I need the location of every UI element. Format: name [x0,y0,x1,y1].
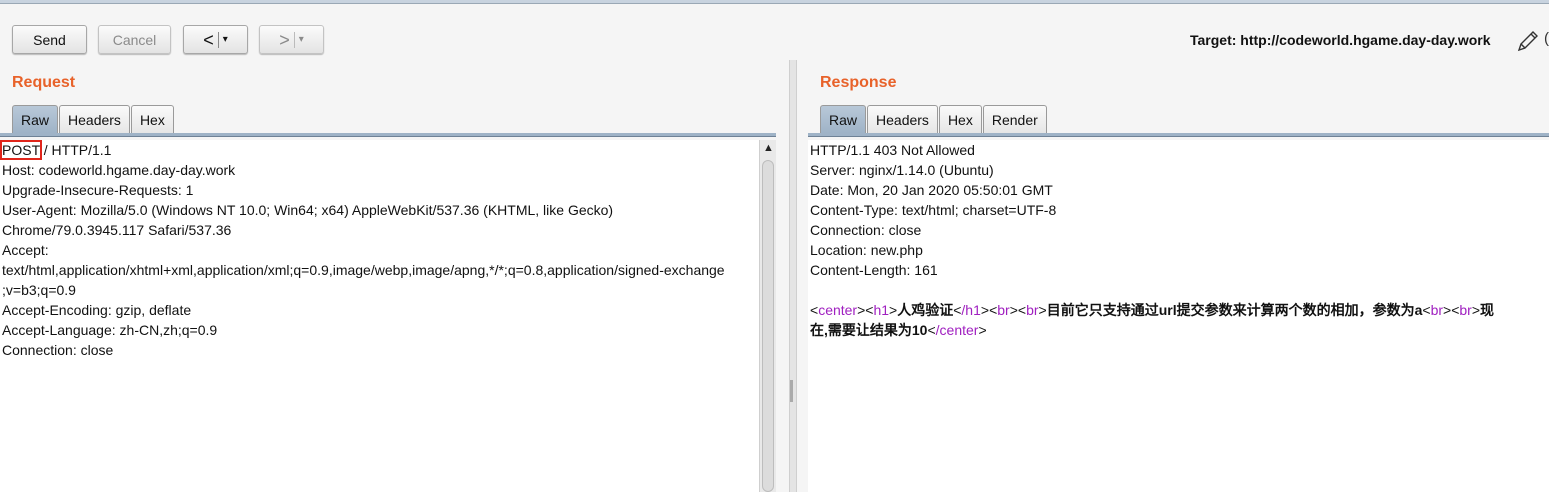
pane-divider[interactable] [789,60,797,492]
request-method-highlight: POST [0,140,42,160]
response-header-line: Content-Type: text/html; charset=UTF-8 [810,202,1057,218]
response-editor[interactable]: HTTP/1.1 403 Not Allowed Server: nginx/1… [808,140,1549,492]
forward-arrow-icon: > [279,29,290,50]
request-header-line: Host: codeworld.hgame.day-day.work [2,162,236,178]
response-tab-raw[interactable]: Raw [820,105,867,133]
h1-text: 人鸡验证 [897,302,954,318]
request-tabs: Raw Headers Hex [12,105,175,133]
response-body-line: 在,需要让结果为10</center> [810,322,987,338]
tag-center-close: /center [935,322,979,338]
response-tab-hex[interactable]: Hex [938,105,982,133]
request-line-rest: / HTTP/1.1 [39,142,112,158]
request-header-line: text/html,application/xhtml+xml,applicat… [2,262,725,278]
response-header-line: Location: new.php [810,242,923,258]
request-header-line: Accept-Language: zh-CN,zh;q=0.9 [2,322,218,338]
body-text: 提交参数来计算两个数的相加，参数为 [1176,302,1415,318]
request-editor[interactable]: POST / HTTP/1.1 Host: codeworld.hgame.da… [0,140,759,492]
request-header-line: Accept-Encoding: gzip, deflate [2,302,192,318]
cancel-button-label: Cancel [112,31,157,48]
request-header-line: Connection: close [2,342,114,358]
body-text: 现 [1480,302,1495,318]
target-label: Target: http://codeworld.hgame.day-day.w… [1190,32,1491,48]
body-text: 在,需要让结果为 [810,322,912,338]
response-body-line: <center><h1>人鸡验证</h1><br><br>目前它只支持通过url… [810,302,1495,318]
tag-br: br [1459,302,1472,318]
body-text-url: url [1158,302,1177,318]
request-tab-hex[interactable]: Hex [130,105,174,133]
request-tab-underline [0,133,776,137]
request-tab-raw[interactable]: Raw [12,105,59,133]
edit-target-pencil-icon[interactable] [1516,29,1540,58]
back-button[interactable]: < ▾ [183,25,248,54]
scrollbar-thumb[interactable] [762,160,774,492]
request-header-line: Accept: [2,242,49,258]
forward-separator [293,31,295,48]
tag-br: br [1430,302,1444,318]
back-separator [217,31,219,48]
body-text: 目前它只支持通过 [1046,302,1159,318]
tag-h1: h1 [873,302,890,318]
response-tab-render[interactable]: Render [982,105,1047,133]
back-dropdown-icon[interactable]: ▾ [223,34,228,45]
cancel-button[interactable]: Cancel [98,25,171,54]
request-header-line: Upgrade-Insecure-Requests: 1 [2,182,194,198]
help-icon[interactable]: ( [1544,30,1549,47]
tag-center: center [818,302,858,318]
send-button[interactable]: Send [12,25,87,54]
response-tab-headers[interactable]: Headers [867,105,938,133]
request-line: POST / HTTP/1.1 [0,140,759,160]
request-tab-headers[interactable]: Headers [59,105,130,133]
back-arrow-icon: < [203,29,214,50]
response-tabs: Raw Headers Hex Render [820,105,1048,133]
send-button-label: Send [33,31,66,48]
request-scrollbar[interactable]: ▲ [759,140,776,492]
tag-br: br [1026,302,1039,318]
request-title: Request [12,74,76,91]
window-top-border [0,0,1549,4]
response-header-line: Date: Mon, 20 Jan 2020 05:50:01 GMT [810,182,1053,198]
body-text-a: a [1414,302,1423,318]
divider-grip-icon[interactable] [790,380,793,402]
tag-h1-close: /h1 [961,302,981,318]
scroll-up-arrow-icon[interactable]: ▲ [763,142,774,154]
response-tab-underline [808,133,1549,137]
forward-button[interactable]: > ▾ [259,25,324,54]
response-status-line: HTTP/1.1 403 Not Allowed [810,142,975,158]
tag-br: br [997,302,1010,318]
response-header-line: Server: nginx/1.14.0 (Ubuntu) [810,162,994,178]
response-title: Response [820,74,897,91]
response-header-line: Connection: close [810,222,922,238]
response-header-line: Content-Length: 161 [810,262,938,278]
request-header-line: User-Agent: Mozilla/5.0 (Windows NT 10.0… [2,202,614,218]
forward-dropdown-icon[interactable]: ▾ [299,34,304,45]
body-text-10: 10 [911,322,928,338]
request-header-line: ;v=b3;q=0.9 [2,282,76,298]
request-header-line: Chrome/79.0.3945.117 Safari/537.36 [2,222,232,238]
